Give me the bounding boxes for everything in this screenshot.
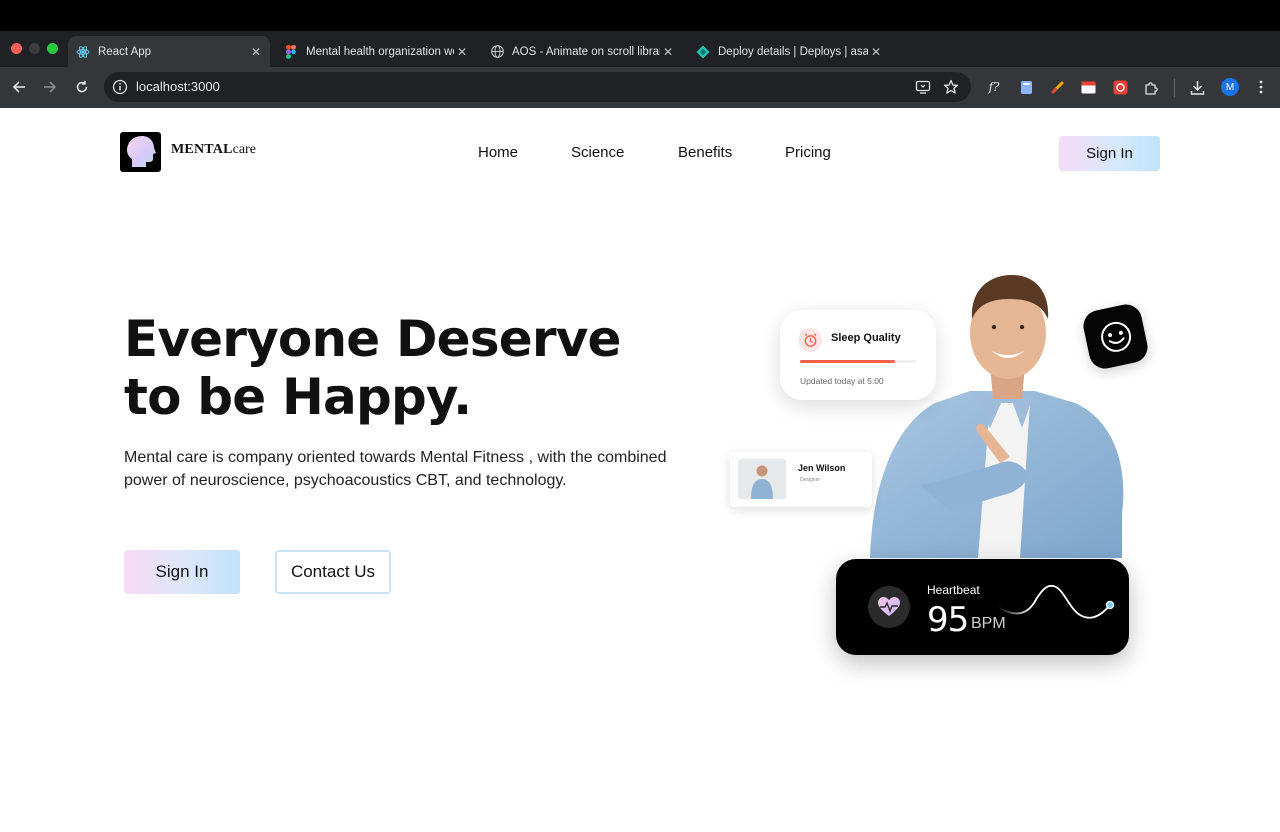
hero-title: Everyone Deserve to be Happy. <box>124 310 621 426</box>
close-icon[interactable]: ✕ <box>868 44 884 60</box>
tab-title: AOS - Animate on scroll librar <box>512 45 660 58</box>
head-logo-icon <box>127 136 156 167</box>
close-window-button[interactable] <box>11 43 22 54</box>
hero-person-image <box>870 275 1124 558</box>
tab-strip: React App ✕ Mental health organization w… <box>0 31 1280 91</box>
color-picker-extension-icon[interactable] <box>1049 79 1065 95</box>
nav-benefits[interactable]: Benefits <box>678 144 732 161</box>
forward-button[interactable] <box>40 77 60 97</box>
heartbeat-value: 95 <box>927 600 969 640</box>
heartbeat-wave-line <box>997 584 1115 619</box>
docs-extension-icon[interactable] <box>1018 79 1034 95</box>
address-bar[interactable]: localhost:3000 <box>104 72 971 102</box>
profile-name: Jen Wilson <box>798 463 846 473</box>
hero-description: Mental care is company oriented towards … <box>124 449 667 489</box>
arrow-left-icon <box>12 81 25 93</box>
record-extension-icon[interactable] <box>1112 79 1128 95</box>
screenshot-extension-icon[interactable] <box>1080 79 1096 95</box>
back-button[interactable] <box>9 77 29 97</box>
sleep-quality-title: Sleep Quality <box>831 332 901 344</box>
sleep-progress-fill <box>800 360 896 363</box>
logo-image[interactable] <box>120 132 161 172</box>
logo-wordmark[interactable]: MENTALcare <box>171 142 256 158</box>
nav-pricing[interactable]: Pricing <box>785 144 831 161</box>
figma-icon <box>284 44 298 59</box>
install-app-icon[interactable] <box>915 79 931 95</box>
profile-card: Jen Wilson Designer <box>730 452 872 507</box>
system-menu-bar <box>0 0 1280 31</box>
toolbar-divider <box>1174 79 1175 97</box>
browser-toolbar: localhost:3000 f? M <box>0 67 1280 108</box>
globe-icon <box>490 45 504 59</box>
reload-button[interactable] <box>72 77 92 97</box>
sleep-quality-card: Sleep Quality Updated today at 5:00 <box>780 310 936 400</box>
download-icon[interactable] <box>1189 79 1205 95</box>
profile-photo <box>738 459 786 499</box>
logo-wordmark-light: care <box>232 142 256 157</box>
minimize-window-button[interactable] <box>29 43 40 54</box>
maximize-window-button[interactable] <box>47 43 58 54</box>
info-icon[interactable] <box>112 79 128 95</box>
tab-aos[interactable]: AOS - Animate on scroll librar ✕ <box>482 36 682 67</box>
heart-pulse-icon <box>868 586 910 628</box>
heartbeat-label: Heartbeat <box>927 583 980 597</box>
tab-figma[interactable]: Mental health organization we ✕ <box>276 36 476 67</box>
nav-science[interactable]: Science <box>571 144 624 161</box>
profile-avatar[interactable]: M <box>1221 78 1239 96</box>
tab-title: Deploy details | Deploys | asa <box>718 45 868 58</box>
close-icon[interactable]: ✕ <box>248 44 264 60</box>
url-text[interactable]: localhost:3000 <box>136 79 220 94</box>
header-sign-in-button[interactable]: Sign In <box>1059 136 1160 171</box>
tab-netlify[interactable]: Deploy details | Deploys | asa ✕ <box>688 36 890 67</box>
react-icon <box>76 45 90 59</box>
arrow-right-icon <box>44 81 57 93</box>
logo-wordmark-bold: MENTAL <box>171 142 233 157</box>
font-extension-icon[interactable]: f? <box>986 79 1002 95</box>
hero-sign-in-button[interactable]: Sign In <box>124 550 240 594</box>
reload-icon <box>76 80 88 93</box>
tab-title: Mental health organization we <box>306 45 454 58</box>
tab-title: React App <box>98 45 152 58</box>
netlify-icon <box>696 45 710 59</box>
smiley-face-icon <box>1100 321 1131 352</box>
close-icon[interactable]: ✕ <box>660 44 676 60</box>
profile-role: Designer <box>800 477 821 483</box>
bookmark-star-icon[interactable] <box>943 79 959 95</box>
page-content: MENTALcare Home Science Benefits Pricing… <box>0 108 1280 832</box>
puzzle-extensions-icon[interactable] <box>1143 79 1159 95</box>
contact-us-button[interactable]: Contact Us <box>275 550 391 594</box>
menu-dots-icon[interactable] <box>1253 79 1269 95</box>
close-icon[interactable]: ✕ <box>454 44 470 60</box>
sleep-updated-text: Updated today at 5:00 <box>800 376 884 386</box>
tab-react-app[interactable]: React App ✕ <box>68 36 270 67</box>
alarm-clock-icon <box>798 328 822 352</box>
heartbeat-card: Heartbeat 95 BPM <box>836 559 1129 655</box>
sleep-progress-track <box>800 360 916 363</box>
nav-home[interactable]: Home <box>478 144 518 161</box>
